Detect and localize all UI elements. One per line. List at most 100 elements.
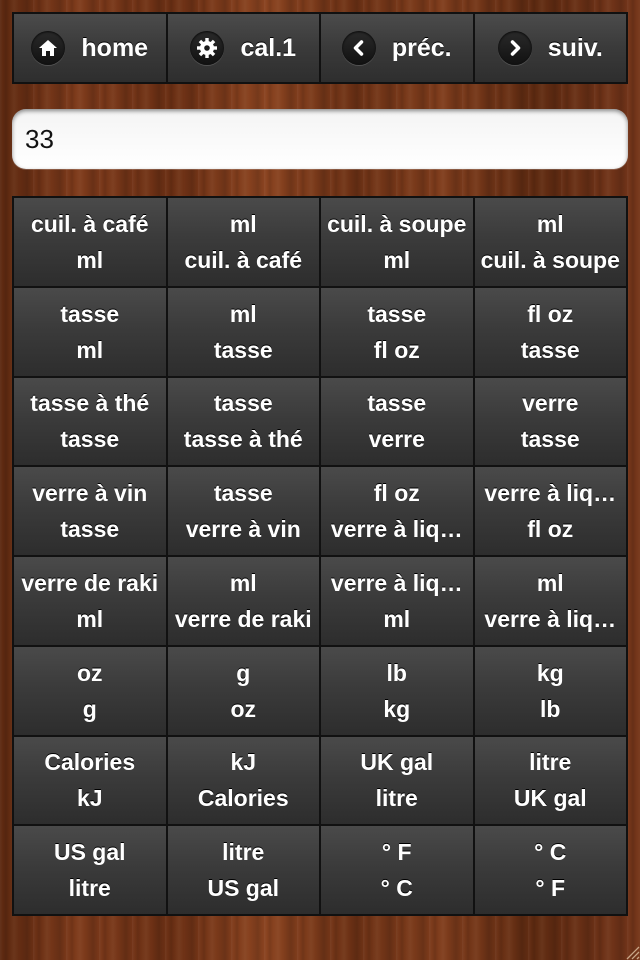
to-unit-label: verre: [368, 426, 425, 453]
from-unit-label: ml: [229, 300, 257, 327]
value-input[interactable]: [12, 109, 628, 169]
to-unit-label: verre de raki: [174, 605, 312, 632]
from-unit-label: ml: [536, 569, 564, 596]
conversion-button[interactable]: verre à liq… ml: [321, 557, 473, 645]
to-unit-label: verre à liq…: [484, 605, 617, 632]
to-unit-label: tasse: [213, 336, 273, 363]
conversion-button[interactable]: tasse fl oz: [321, 287, 473, 376]
to-unit-label: ml: [383, 605, 411, 632]
from-unit-label: tasse: [60, 300, 120, 327]
conversion-button[interactable]: kJ Calories: [167, 736, 319, 825]
to-unit-label: ml: [76, 605, 104, 632]
conversion-button[interactable]: ml cuil. à café: [167, 198, 319, 286]
from-unit-label: tasse: [367, 390, 427, 417]
from-unit-label: verre de raki: [21, 569, 159, 596]
next-button[interactable]: suiv.: [474, 14, 626, 82]
previous-button[interactable]: préc.: [321, 14, 475, 82]
settings-label: cal.1: [240, 33, 297, 62]
conversion-button[interactable]: verre tasse: [474, 377, 626, 466]
to-unit-label: cuil. à café: [184, 246, 303, 273]
conversion-button[interactable]: litre US gal: [167, 826, 319, 914]
to-unit-label: tasse: [60, 516, 120, 543]
conversion-button[interactable]: oz g: [14, 646, 166, 735]
conversion-button[interactable]: lb kg: [321, 646, 473, 735]
to-unit-label: verre à liq…: [330, 516, 463, 543]
value-field-container: [12, 109, 628, 169]
conversion-grid: cuil. à café ml ml cuil. à café cuil. à soup…: [12, 196, 628, 916]
from-unit-label: tasse: [213, 480, 273, 507]
to-unit-label: cuil. à soupe: [480, 246, 620, 273]
next-label: suiv.: [547, 33, 603, 62]
to-unit-label: ml: [76, 246, 104, 273]
conversion-button[interactable]: tasse tasse à thé: [167, 377, 319, 466]
conversion-button[interactable]: verre à liq… fl oz: [474, 467, 626, 555]
to-unit-label: verre à vin: [185, 516, 301, 543]
conversion-button[interactable]: ml cuil. à soupe: [474, 198, 626, 286]
to-unit-label: UK gal: [513, 785, 587, 812]
conversion-button[interactable]: ml verre de raki: [167, 557, 319, 645]
conversion-button[interactable]: verre à vin tasse: [14, 467, 166, 555]
to-unit-label: fl oz: [373, 336, 420, 363]
to-unit-label: ml: [383, 246, 411, 273]
home-button[interactable]: home: [14, 14, 168, 82]
from-unit-label: kg: [536, 659, 564, 686]
from-unit-label: Calories: [44, 749, 136, 776]
from-unit-label: verre à liq…: [484, 480, 617, 507]
conversion-button[interactable]: cuil. à café ml: [14, 198, 166, 286]
chevron-right-icon: [497, 31, 532, 65]
from-unit-label: verre à liq…: [330, 569, 463, 596]
conversion-button[interactable]: verre de raki ml: [14, 557, 166, 645]
from-unit-label: verre à vin: [32, 480, 148, 507]
conversion-button[interactable]: ml tasse: [167, 287, 319, 376]
conversion-button[interactable]: g oz: [167, 646, 319, 735]
to-unit-label: litre: [375, 785, 418, 812]
to-unit-label: litre: [68, 875, 111, 902]
from-unit-label: litre: [529, 749, 572, 776]
to-unit-label: g: [82, 695, 97, 722]
conversion-button[interactable]: ° F ° C: [321, 826, 473, 914]
conversion-button[interactable]: UK gal litre: [321, 736, 473, 825]
from-unit-label: fl oz: [527, 300, 574, 327]
settings-button[interactable]: cal.1: [167, 14, 321, 82]
to-unit-label: kJ: [76, 785, 103, 812]
from-unit-label: tasse à thé: [30, 390, 150, 417]
chevron-left-icon: [341, 31, 376, 65]
to-unit-label: tasse: [520, 426, 580, 453]
from-unit-label: cuil. à café: [30, 210, 149, 237]
from-unit-label: fl oz: [373, 480, 420, 507]
conversion-button[interactable]: kg lb: [474, 646, 626, 735]
from-unit-label: tasse: [213, 390, 273, 417]
to-unit-label: tasse: [60, 426, 120, 453]
conversion-button[interactable]: tasse ml: [14, 287, 166, 376]
to-unit-label: fl oz: [527, 516, 574, 543]
home-icon: [31, 31, 66, 65]
conversion-button[interactable]: tasse verre: [321, 377, 473, 466]
from-unit-label: ° C: [534, 839, 567, 866]
from-unit-label: ° F: [381, 839, 412, 866]
to-unit-label: tasse: [520, 336, 580, 363]
conversion-button[interactable]: fl oz verre à liq…: [321, 467, 473, 555]
gear-icon: [190, 31, 225, 65]
from-unit-label: verre: [522, 390, 579, 417]
conversion-button[interactable]: cuil. à soupe ml: [321, 198, 473, 286]
to-unit-label: Calories: [197, 785, 289, 812]
from-unit-label: US gal: [53, 839, 126, 866]
conversion-button[interactable]: litre UK gal: [474, 736, 626, 825]
conversion-button[interactable]: ml verre à liq…: [474, 557, 626, 645]
conversion-button[interactable]: fl oz tasse: [474, 287, 626, 376]
to-unit-label: US gal: [207, 875, 280, 902]
to-unit-label: ° F: [535, 875, 566, 902]
from-unit-label: oz: [76, 659, 103, 686]
from-unit-label: UK gal: [360, 749, 434, 776]
conversion-button[interactable]: Calories kJ: [14, 736, 166, 825]
conversion-button[interactable]: ° C ° F: [474, 826, 626, 914]
from-unit-label: ml: [229, 210, 257, 237]
from-unit-label: kJ: [230, 749, 257, 776]
conversion-button[interactable]: US gal litre: [14, 826, 166, 914]
resize-grip-icon: [626, 946, 640, 960]
conversion-button[interactable]: tasse à thé tasse: [14, 377, 166, 466]
home-label: home: [81, 33, 149, 62]
to-unit-label: oz: [230, 695, 257, 722]
conversion-button[interactable]: tasse verre à vin: [167, 467, 319, 555]
from-unit-label: ml: [229, 569, 257, 596]
